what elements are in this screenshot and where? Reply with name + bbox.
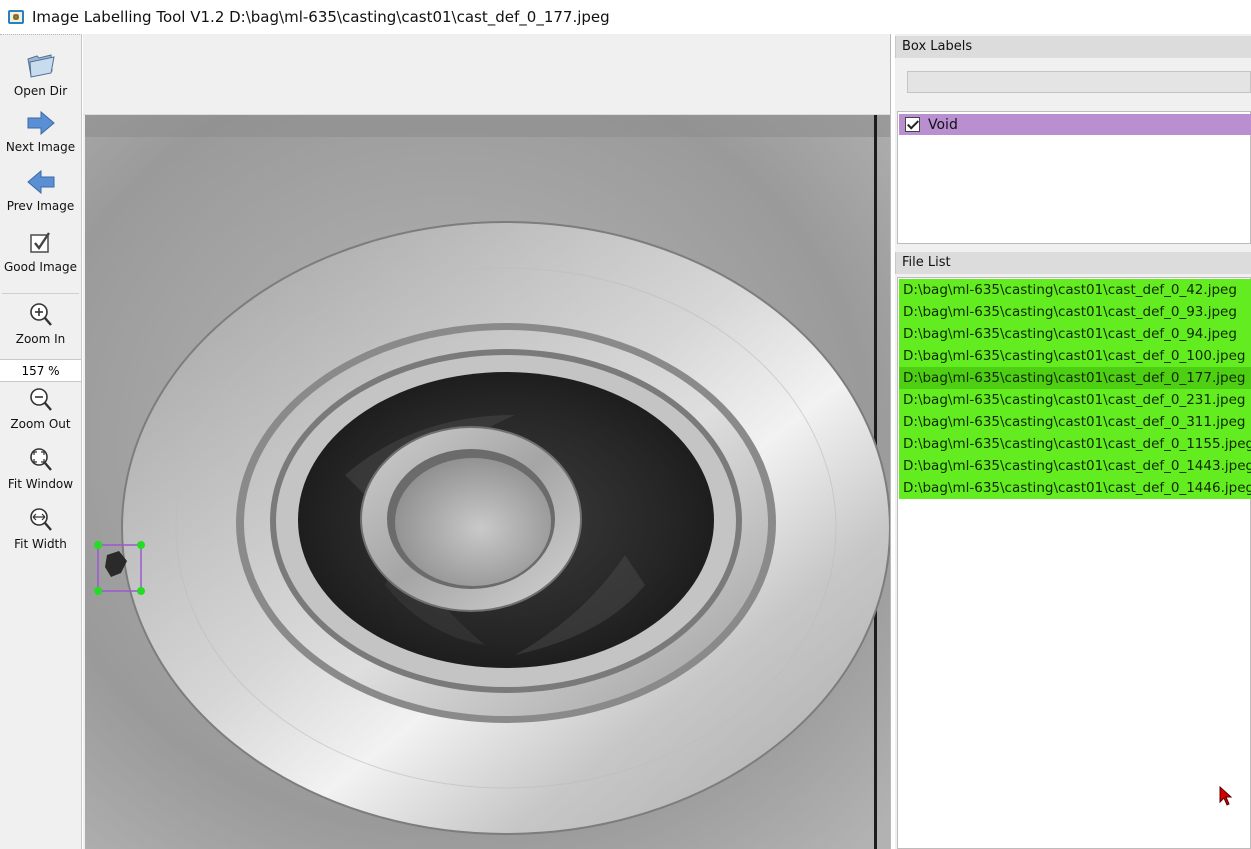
title-bar: Image Labelling Tool V1.2 D:\bag\ml-635\… xyxy=(0,0,1251,34)
zoom-in-label: Zoom In xyxy=(15,332,66,346)
box-labels-title: Box Labels xyxy=(895,36,1251,58)
zoom-level-field[interactable]: 157 % xyxy=(0,359,81,382)
label-input[interactable] xyxy=(907,71,1251,93)
file-list-item[interactable]: D:\bag\ml-635\casting\cast01\cast_def_0_… xyxy=(899,323,1251,345)
prev-image-label: Prev Image xyxy=(6,199,75,213)
file-list-item[interactable]: D:\bag\ml-635\casting\cast01\cast_def_0_… xyxy=(899,455,1251,477)
file-list-title: File List xyxy=(895,252,1251,274)
box-handle-top-left xyxy=(94,541,102,549)
box-handle-bottom-right xyxy=(137,587,145,595)
label-item-void[interactable]: Void xyxy=(899,114,1251,135)
file-list-item[interactable]: D:\bag\ml-635\casting\cast01\cast_def_0_… xyxy=(899,345,1251,367)
arrow-left-icon xyxy=(26,169,54,195)
toolbar-separator xyxy=(2,293,79,294)
file-list-item-selected[interactable]: D:\bag\ml-635\casting\cast01\cast_def_0_… xyxy=(899,367,1251,389)
window-title: Image Labelling Tool V1.2 D:\bag\ml-635\… xyxy=(32,8,610,26)
fit-window-icon xyxy=(29,448,52,471)
mouse-cursor-icon xyxy=(1219,786,1233,806)
zoom-out-button[interactable]: Zoom Out xyxy=(0,386,81,431)
casting-image xyxy=(85,115,890,849)
label-checkbox[interactable] xyxy=(905,117,920,132)
image-view[interactable] xyxy=(85,115,890,849)
file-list: D:\bag\ml-635\casting\cast01\cast_def_0_… xyxy=(897,277,1251,849)
image-canvas[interactable] xyxy=(83,34,891,849)
app-icon xyxy=(8,10,24,24)
file-list-item[interactable]: D:\bag\ml-635\casting\cast01\cast_def_0_… xyxy=(899,279,1251,301)
fit-width-button[interactable]: Fit Width xyxy=(0,506,81,551)
prev-image-button[interactable]: Prev Image xyxy=(0,168,81,213)
fit-width-label: Fit Width xyxy=(14,537,67,551)
box-handle-bottom-left xyxy=(94,587,102,595)
zoom-out-label: Zoom Out xyxy=(10,417,71,431)
open-dir-label: Open Dir xyxy=(13,84,68,98)
canvas-background xyxy=(83,34,890,115)
open-dir-button[interactable]: Open Dir xyxy=(0,49,81,98)
label-item-text: Void xyxy=(928,116,958,133)
good-image-button[interactable]: Good Image xyxy=(0,229,81,274)
folder-open-icon xyxy=(26,54,55,78)
fit-window-button[interactable]: Fit Window xyxy=(0,446,81,491)
arrow-right-icon xyxy=(27,110,55,136)
next-image-button[interactable]: Next Image xyxy=(0,109,81,154)
fit-window-label: Fit Window xyxy=(7,477,74,491)
zoom-in-icon xyxy=(29,303,52,326)
box-labels-list: Void xyxy=(897,111,1251,244)
file-list-item[interactable]: D:\bag\ml-635\casting\cast01\cast_def_0_… xyxy=(899,389,1251,411)
box-handle-top-right xyxy=(137,541,145,549)
file-list-item[interactable]: D:\bag\ml-635\casting\cast01\cast_def_0_… xyxy=(899,301,1251,323)
right-panel: Box Labels Void File List D:\bag\ml-635\… xyxy=(895,34,1251,849)
file-list-item[interactable]: D:\bag\ml-635\casting\cast01\cast_def_0_… xyxy=(899,411,1251,433)
checkbox-icon xyxy=(29,232,50,253)
file-list-item[interactable]: D:\bag\ml-635\casting\cast01\cast_def_0_… xyxy=(899,433,1251,455)
good-image-label: Good Image xyxy=(4,260,77,274)
toolbar: Open Dir Next Image Prev Image Good Imag… xyxy=(0,34,82,849)
file-list-item[interactable]: D:\bag\ml-635\casting\cast01\cast_def_0_… xyxy=(899,477,1251,499)
zoom-out-icon xyxy=(29,388,52,411)
next-image-label: Next Image xyxy=(5,140,76,154)
fit-width-icon xyxy=(29,508,52,531)
zoom-in-button[interactable]: Zoom In xyxy=(0,301,81,346)
